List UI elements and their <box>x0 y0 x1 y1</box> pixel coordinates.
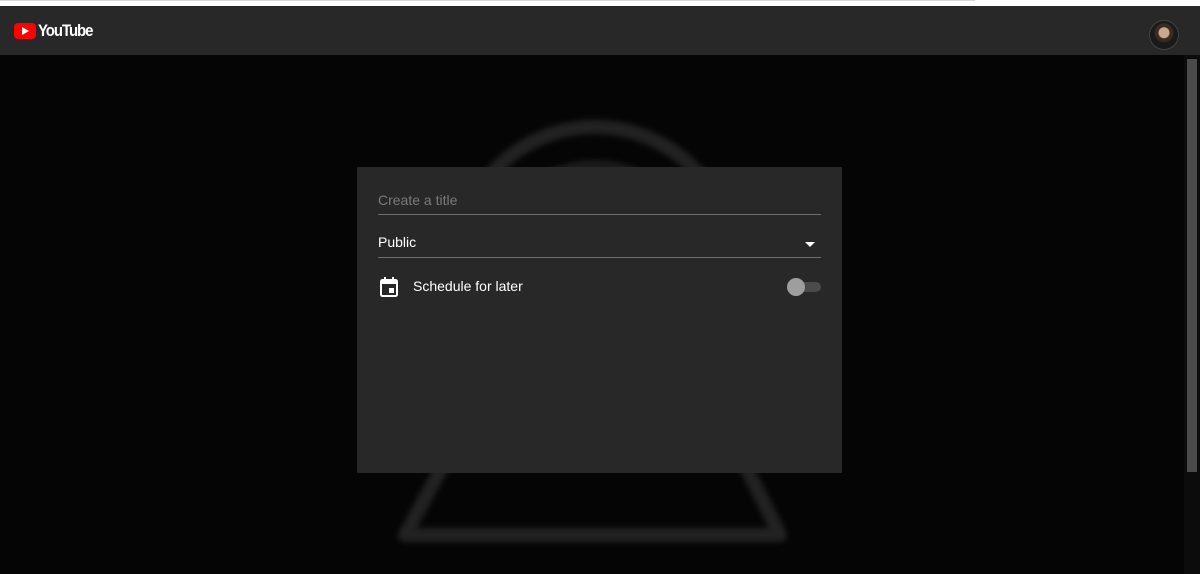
privacy-selected-value: Public <box>378 234 417 250</box>
schedule-for-later-row: Schedule for later <box>378 275 821 299</box>
user-avatar[interactable] <box>1150 21 1178 49</box>
toggle-knob <box>787 278 805 296</box>
scrollbar-thumb[interactable] <box>1187 59 1197 472</box>
schedule-label: Schedule for later <box>413 278 523 294</box>
browser-edge-line <box>0 0 975 1</box>
youtube-logo-text: YouTube <box>38 21 93 40</box>
calendar-icon <box>380 277 398 297</box>
chevron-down-icon <box>805 242 815 247</box>
page-scrollbar[interactable] <box>1184 55 1200 574</box>
youtube-play-icon <box>14 23 36 39</box>
title-field <box>378 187 821 215</box>
schedule-toggle[interactable] <box>787 278 821 296</box>
create-stream-dialog: Public Schedule for later <box>357 167 842 473</box>
youtube-studio-page: YouTube Public Schedu <box>0 0 1200 574</box>
youtube-logo[interactable]: YouTube <box>14 21 100 41</box>
masthead: YouTube <box>0 6 1200 55</box>
privacy-dropdown[interactable]: Public <box>378 230 821 258</box>
title-input[interactable] <box>378 187 821 213</box>
